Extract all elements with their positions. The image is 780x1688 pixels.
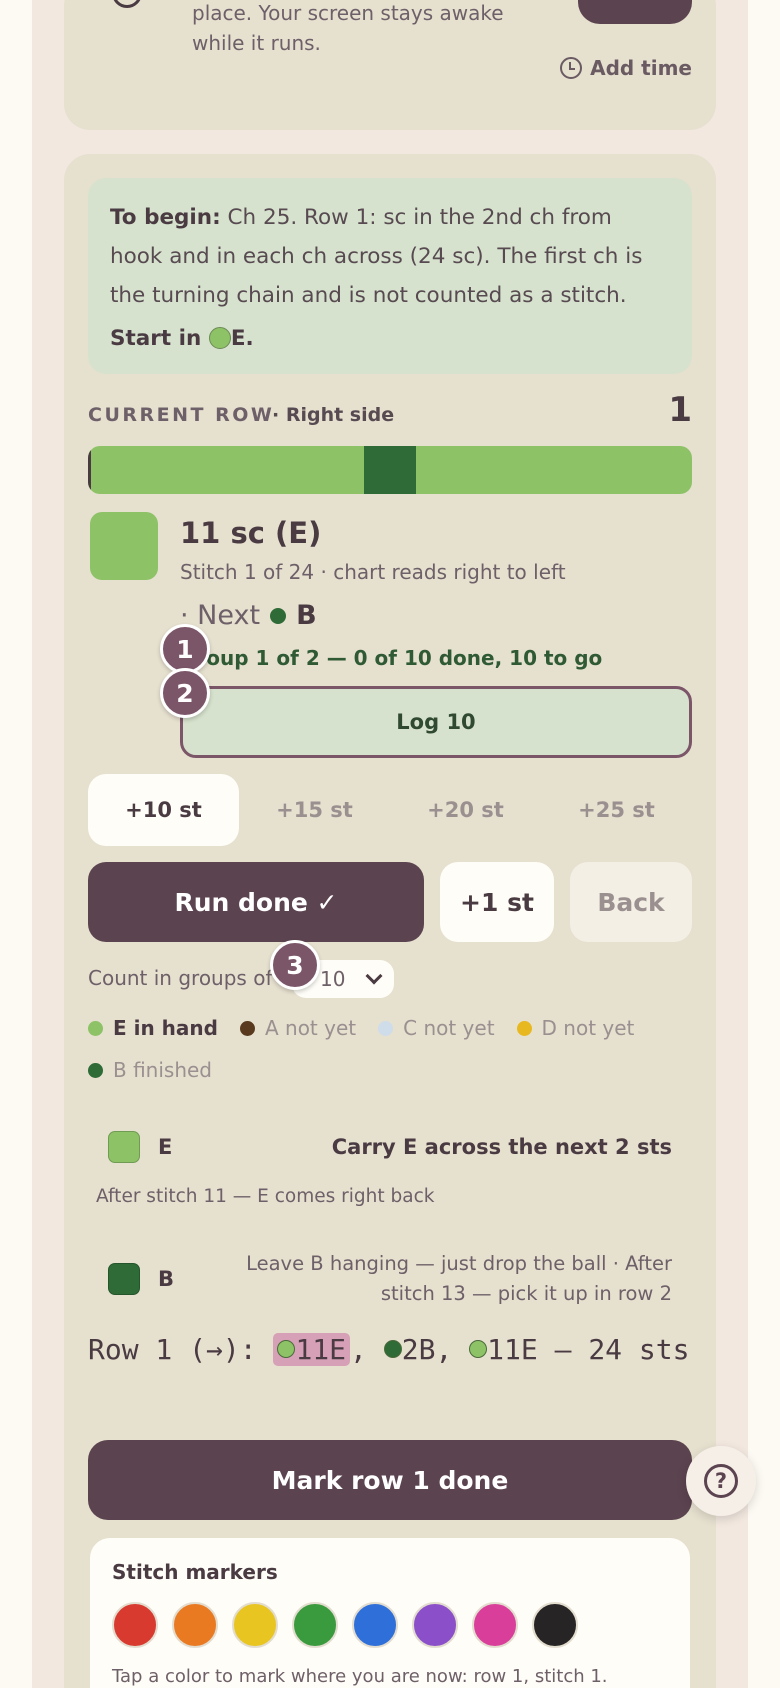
- step-badge-2: 2: [160, 668, 210, 718]
- start-color: E: [230, 326, 246, 351]
- marker-green[interactable]: [292, 1602, 338, 1648]
- legend-label: C not yet: [403, 1016, 495, 1040]
- plus-one-button[interactable]: +1 st: [440, 862, 554, 942]
- legend-dot: [516, 1020, 532, 1036]
- legend-label: E in hand: [113, 1016, 218, 1040]
- yarn-legend: E in hand A not yet C not yet D not yet …: [88, 1016, 692, 1082]
- stitch-title: 11 sc (E): [180, 516, 322, 550]
- begin-instructions: To begin: Ch 25. Row 1: sc in the 2nd ch…: [88, 178, 692, 374]
- legend-item: C not yet: [378, 1016, 495, 1040]
- increment-20[interactable]: +20 st: [390, 774, 541, 846]
- back-button[interactable]: Back: [570, 862, 692, 942]
- add-time-label: Add time: [590, 56, 692, 80]
- legend-label: B finished: [113, 1058, 213, 1082]
- leave-instruction: B Leave B hanging — just drop the ball ·…: [88, 1234, 692, 1324]
- log-button[interactable]: Log 10: [180, 686, 692, 758]
- marker-yellow[interactable]: [232, 1602, 278, 1648]
- carry-description: Carry E across the next 2 sts: [331, 1135, 672, 1159]
- increment-10[interactable]: +10 st: [88, 774, 239, 846]
- row-pattern: Row 1 (→): 11E, 2B, 11E — 24 sts: [88, 1330, 692, 1370]
- step-badge-1: 1: [160, 624, 210, 674]
- legend-label: A not yet: [264, 1016, 357, 1040]
- marker-orange[interactable]: [172, 1602, 218, 1648]
- color-e-swatch: [108, 1131, 140, 1163]
- begin-text: To begin: Ch 25. Row 1: sc in the 2nd ch…: [110, 198, 670, 315]
- pattern-sep: ,: [350, 1333, 384, 1366]
- pattern-segment-current: 11E: [273, 1333, 351, 1366]
- timer-card: place. Your screen stays awake while it …: [64, 0, 716, 130]
- legend-dot: [239, 1020, 255, 1036]
- markers-title: Stitch markers: [112, 1560, 278, 1584]
- help-button[interactable]: ?: [686, 1446, 756, 1516]
- help-icon: ?: [704, 1464, 738, 1498]
- legend-label: D not yet: [541, 1016, 635, 1040]
- stitch-markers-card: Stitch markers Tap a color to mark where…: [90, 1538, 690, 1688]
- yarn-b-icon: [383, 1340, 402, 1358]
- run-done-button[interactable]: Run done ✓: [88, 862, 424, 942]
- next-color: B: [296, 600, 317, 631]
- start-color-line: Start in E.: [110, 319, 670, 358]
- color-b-segment: [364, 446, 416, 494]
- step-badge-3: 3: [270, 940, 320, 990]
- pattern-seg-1: 11E: [295, 1333, 347, 1366]
- carry-color: E: [158, 1135, 173, 1159]
- pattern-sep: ,: [435, 1333, 470, 1366]
- increment-selector: +10 st +15 st +20 st +25 st: [88, 774, 692, 846]
- row-side: · Right side: [272, 404, 395, 426]
- legend-item: B finished: [88, 1058, 212, 1082]
- group-status: Group 1 of 2 — 0 of 10 done, 10 to go: [180, 646, 603, 670]
- legend-item: A not yet: [239, 1016, 357, 1040]
- stitch-tracker-card: To begin: Ch 25. Row 1: sc in the 2nd ch…: [64, 154, 716, 1688]
- row-progress-bar: [88, 446, 692, 494]
- legend-item: E in hand: [88, 1016, 218, 1040]
- yarn-e-icon: [469, 1340, 488, 1358]
- add-time-button[interactable]: Add time: [560, 56, 692, 80]
- leave-color: B: [158, 1267, 175, 1291]
- leave-description: Leave B hanging — just drop the ball · A…: [246, 1252, 672, 1305]
- pattern-seg-2: 2B: [401, 1333, 436, 1366]
- begin-lead: To begin:: [110, 205, 221, 230]
- marker-black[interactable]: [532, 1602, 578, 1648]
- increment-15[interactable]: +15 st: [239, 774, 390, 846]
- increment-25[interactable]: +25 st: [541, 774, 692, 846]
- count-groups-label: Count in groups of: [88, 966, 273, 990]
- marker-pink[interactable]: [472, 1602, 518, 1648]
- group-size-value: 10: [320, 967, 346, 991]
- pattern-seg-3: 11E: [487, 1333, 538, 1366]
- chevron-down-icon: [365, 967, 383, 985]
- color-b-swatch: [108, 1263, 140, 1295]
- markers-hint: Tap a color to mark where you are now: r…: [112, 1666, 608, 1687]
- row-progress-fill: [88, 446, 91, 494]
- stitch-subtitle: Stitch 1 of 24 · chart reads right to le…: [180, 560, 566, 584]
- row-number: 1: [668, 390, 692, 430]
- current-row-label: CURRENT ROW: [88, 404, 275, 426]
- marker-blue[interactable]: [352, 1602, 398, 1648]
- pattern-prefix: Row 1 (→):: [88, 1333, 274, 1366]
- yarn-b-icon: [270, 607, 287, 624]
- start-suffix: .: [245, 326, 254, 351]
- next-color-line: · Next B: [180, 600, 317, 631]
- legend-dot: [378, 1020, 394, 1036]
- timer-start-button[interactable]: [578, 0, 692, 24]
- pattern-suffix: — 24 sts: [537, 1333, 690, 1366]
- marker-purple[interactable]: [412, 1602, 458, 1648]
- legend-dot: [88, 1062, 103, 1078]
- yarn-e-icon: [277, 1340, 296, 1358]
- carry-after-note: After stitch 11 — E comes right back: [96, 1186, 435, 1207]
- legend-item: D not yet: [516, 1016, 635, 1040]
- legend-dot: [88, 1020, 103, 1036]
- yarn-e-icon: [208, 327, 231, 349]
- marker-colors: [112, 1602, 578, 1648]
- timer-text: place. Your screen stays awake while it …: [192, 1, 504, 55]
- clock-icon: [560, 57, 583, 79]
- timer-radio[interactable]: [112, 0, 142, 8]
- carry-instruction: E Carry E across the next 2 sts: [88, 1112, 692, 1182]
- start-prefix: Start in: [110, 326, 202, 351]
- marker-red[interactable]: [112, 1602, 158, 1648]
- mark-row-done-button[interactable]: Mark row 1 done: [88, 1440, 692, 1520]
- current-color-swatch: [90, 512, 158, 580]
